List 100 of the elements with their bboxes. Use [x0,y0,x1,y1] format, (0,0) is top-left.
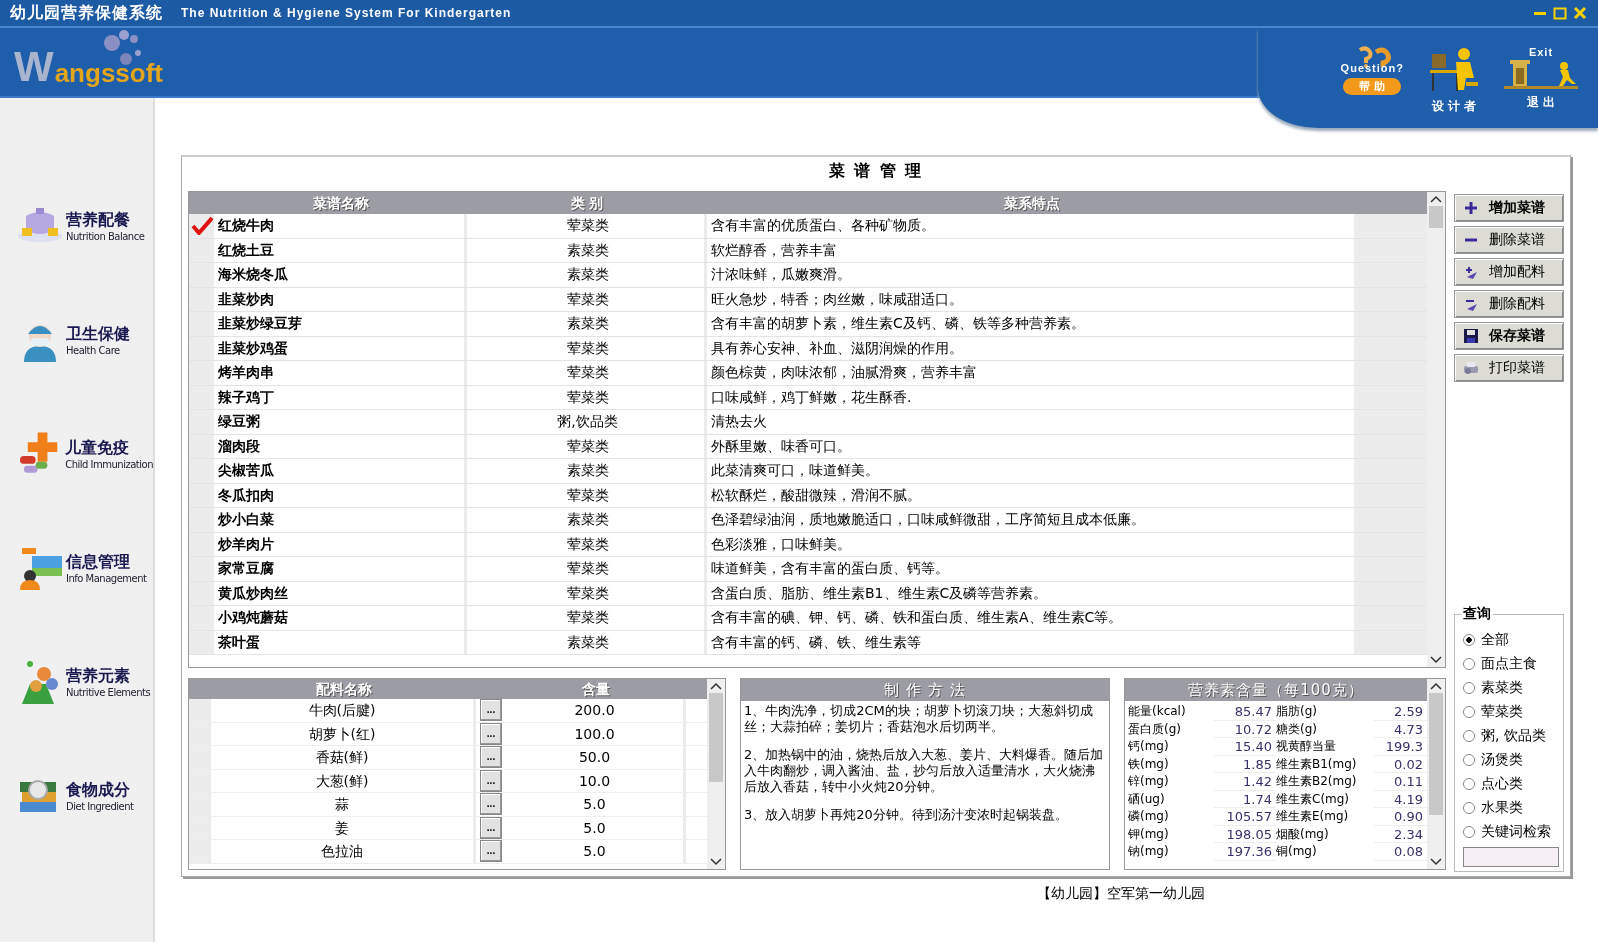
action-button[interactable]: 保存菜谱 [1454,322,1564,350]
table-row[interactable]: 韭菜炒绿豆芽 素菜类 含有丰富的胡萝卜素，维生素C及钙、磷、铁等多种营养素。 [189,312,1427,337]
maximize-icon[interactable] [1552,6,1568,20]
action-button[interactable]: 删除菜谱 [1454,226,1564,254]
scroll-thumb[interactable] [709,693,723,783]
table-row[interactable]: 溜肉段 荤菜类 外酥里嫩、味香可口。 [189,434,1427,459]
radio-label: 荤菜类 [1481,702,1523,721]
browse-button[interactable]: ... [480,793,502,816]
scroll-bar[interactable] [1427,679,1445,869]
radio-button[interactable] [1463,777,1475,790]
nutrient-label: 糖类(g) [1276,720,1318,738]
toolbar-button[interactable]: Question? 帮 助 [1340,46,1404,128]
action-button[interactable]: 增加菜谱 [1454,194,1564,222]
sidebar-item[interactable]: 食物成分 Diet Ingredient [0,772,153,820]
radio-button[interactable] [1463,753,1475,766]
table-cell: 200.0 [506,699,686,722]
table-cell: 荤菜类 [467,434,707,458]
table-cell: 5.0 [506,840,686,863]
close-icon[interactable] [1572,6,1588,20]
radio-button[interactable] [1463,729,1475,742]
table-cell: 小鸡炖蘑菇 [214,606,467,630]
table-row[interactable]: 尖椒苦瓜 素菜类 此菜清爽可口，味道鲜美。 [189,459,1427,484]
nutrient-label: 维生素B1(mg) [1276,755,1358,773]
table-row[interactable]: 红烧土豆 素菜类 软烂醇香，营养丰富 [189,238,1427,263]
radio-button[interactable] [1463,825,1475,838]
radio-option[interactable]: 水果类 [1463,797,1559,818]
scroll-up-icon[interactable] [1430,195,1442,203]
radio-button[interactable] [1463,705,1475,718]
status-text: 【幼儿园】空军第一幼儿园 [1037,885,1206,903]
scroll-bar[interactable] [707,679,725,869]
table-row[interactable]: 炒羊肉片 荤菜类 色彩淡雅，口味鲜美。 [189,532,1427,557]
browse-button[interactable]: ... [480,699,502,722]
action-button[interactable]: 删除配料 [1454,290,1564,318]
radio-option[interactable]: 粥, 饮品类 [1463,725,1559,746]
sidebar-item[interactable]: 营养配餐 Nutrition Balance [0,202,153,250]
toolbar-button[interactable]: Exit 退 出 [1504,46,1578,128]
table-cell: 香菇(鲜) [211,746,476,769]
radio-button[interactable] [1463,633,1475,646]
table-cell: 红烧土豆 [214,238,467,262]
table-row[interactable]: 海米烧冬瓜 素菜类 汁浓味鲜，瓜嫩爽滑。 [189,263,1427,288]
nutrient-label: 维生素E(mg) [1276,808,1350,825]
browse-button[interactable]: ... [480,816,502,839]
radio-option[interactable]: 面点主食 [1463,653,1559,674]
radio-option[interactable]: 素菜类 [1463,677,1559,698]
scroll-up-icon[interactable] [710,682,722,690]
panel-header: 营养素含量（每100克） [1125,679,1427,701]
sidebar-item[interactable]: 信息管理 Info Management [0,544,153,592]
table-row[interactable]: 辣子鸡丁 荤菜类 口味咸鲜，鸡丁鲜嫩，花生酥香. [189,385,1427,410]
search-field[interactable] [1463,847,1559,867]
table-row[interactable]: 炒小白菜 素菜类 色泽碧绿油润，质地嫩脆适口，口味咸鲜微甜，工序简短且成本低廉。 [189,508,1427,533]
nutrient-label: 钠(mg) [1128,843,1170,860]
table-row[interactable]: 黄瓜炒肉丝 荤菜类 含蛋白质、脂肪、维生素B1、维生素C及磷等营养素。 [189,581,1427,606]
radio-option[interactable]: 关键词检索 [1463,821,1559,842]
table-row[interactable]: 烤羊肉串 荤菜类 颜色棕黄，肉味浓郁，油腻滑爽，营养丰富 [189,361,1427,386]
scroll-bar[interactable] [1427,192,1445,667]
browse-button[interactable]: ... [480,746,502,769]
table-cell: 素菜类 [467,459,707,483]
sidebar-item[interactable]: 卫生保健 Health Care [0,316,153,364]
sidebar-sublabel: Nutritive Elements [66,687,151,698]
browse-button[interactable]: ... [480,840,502,863]
door-and-runner-icon [1504,58,1578,90]
table-cell: 韭菜炒绿豆芽 [214,312,467,336]
table-cell: 黄瓜炒肉丝 [214,581,467,605]
table-row[interactable]: 韭菜炒肉 荤菜类 旺火急炒，特香；肉丝嫩，味咸甜适口。 [189,287,1427,312]
radio-option[interactable]: 汤煲类 [1463,749,1559,770]
radio-label: 粥, 饮品类 [1481,726,1546,745]
scroll-down-icon[interactable] [710,858,722,866]
panel-title: 菜 谱 管 理 [827,160,925,182]
radio-button[interactable] [1463,681,1475,694]
browse-button[interactable]: ... [480,769,502,792]
toolbar-button[interactable]: 设 计 者 [1428,46,1480,128]
sidebar-item[interactable]: 营养元素 Nutritive Elements [0,658,153,706]
sidebar-label: 卫生保健 [66,324,130,345]
radio-option[interactable]: 点心类 [1463,773,1559,794]
scroll-up-icon[interactable] [1430,682,1442,690]
table-row[interactable]: 红烧牛肉 荤菜类 含有丰富的优质蛋白、各种矿物质。 [189,214,1427,239]
radio-option[interactable]: 全部 [1463,629,1559,650]
scroll-thumb[interactable] [1429,693,1443,815]
radio-option[interactable]: 荤菜类 [1463,701,1559,722]
action-button[interactable]: 打印菜谱 [1454,354,1564,382]
table-cell: 荤菜类 [467,581,707,605]
radio-button[interactable] [1463,801,1475,814]
table-row[interactable]: 家常豆腐 荤菜类 味道鲜美，含有丰富的蛋白质、钙等。 [189,557,1427,582]
scroll-thumb[interactable] [1429,206,1443,229]
table-row[interactable]: 韭菜炒鸡蛋 荤菜类 具有养心安神、补血、滋阴润燥的作用。 [189,336,1427,361]
action-button[interactable]: 增加配料 [1454,258,1564,286]
nutrient-label: 维生素C(mg) [1276,790,1351,808]
table-cell: 荤菜类 [467,336,707,360]
nutrient-label: 钙(mg) [1128,738,1170,755]
table-row[interactable]: 冬瓜扣肉 荤菜类 松软酥烂，酸甜微辣，滑润不腻。 [189,483,1427,508]
scroll-down-icon[interactable] [1430,656,1442,664]
table-row[interactable]: 绿豆粥 粥,饮品类 清热去火 [189,410,1427,435]
table-row[interactable]: 茶叶蛋 素菜类 含有丰富的钙、磷、铁、维生素等 [189,630,1427,655]
radio-label: 全部 [1481,630,1509,649]
table-row[interactable]: 小鸡炖蘑菇 荤菜类 含有丰富的碘、钾、钙、磷、铁和蛋白质、维生素A、维生素C等。 [189,606,1427,631]
sidebar-item[interactable]: 儿童免疫 Child Immunization [0,430,153,478]
browse-button[interactable]: ... [480,722,502,745]
scroll-down-icon[interactable] [1430,858,1442,866]
table-cell: 50.0 [506,746,686,769]
radio-button[interactable] [1463,657,1475,670]
